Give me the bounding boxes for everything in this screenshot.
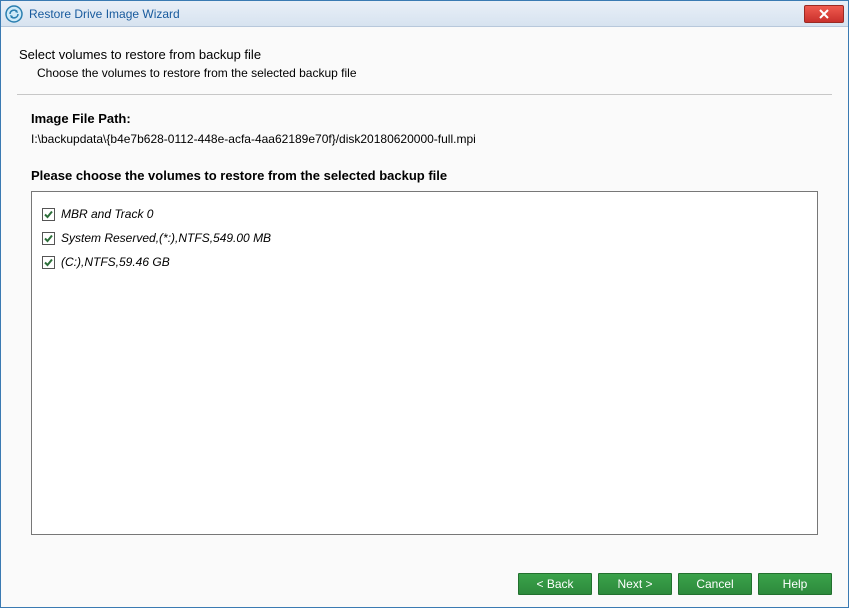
volume-label: MBR and Track 0 bbox=[61, 207, 153, 221]
page-subtitle: Choose the volumes to restore from the s… bbox=[37, 66, 832, 80]
cancel-button[interactable]: Cancel bbox=[678, 573, 752, 595]
volumes-prompt: Please choose the volumes to restore fro… bbox=[31, 168, 832, 183]
window-title: Restore Drive Image Wizard bbox=[29, 7, 804, 21]
volume-label: (C:),NTFS,59.46 GB bbox=[61, 255, 170, 269]
checkbox-icon[interactable] bbox=[42, 232, 55, 245]
page-title: Select volumes to restore from backup fi… bbox=[19, 47, 832, 62]
footer: < Back Next > Cancel Help bbox=[1, 561, 848, 607]
image-path-value: I:\backupdata\{b4e7b628-0112-448e-acfa-4… bbox=[31, 132, 832, 146]
volume-label: System Reserved,(*:),NTFS,549.00 MB bbox=[61, 231, 271, 245]
volume-item[interactable]: MBR and Track 0 bbox=[40, 202, 809, 226]
checkbox-icon[interactable] bbox=[42, 256, 55, 269]
volume-item[interactable]: System Reserved,(*:),NTFS,549.00 MB bbox=[40, 226, 809, 250]
close-icon bbox=[819, 9, 829, 19]
next-button[interactable]: Next > bbox=[598, 573, 672, 595]
help-button[interactable]: Help bbox=[758, 573, 832, 595]
titlebar: Restore Drive Image Wizard bbox=[1, 1, 848, 27]
volumes-list: MBR and Track 0 System Reserved,(*:),NTF… bbox=[31, 191, 818, 535]
app-icon bbox=[5, 5, 23, 23]
checkbox-icon[interactable] bbox=[42, 208, 55, 221]
close-button[interactable] bbox=[804, 5, 844, 23]
image-path-label: Image File Path: bbox=[31, 111, 832, 126]
divider bbox=[17, 94, 832, 95]
volume-item[interactable]: (C:),NTFS,59.46 GB bbox=[40, 250, 809, 274]
back-button[interactable]: < Back bbox=[518, 573, 592, 595]
content-area: Select volumes to restore from backup fi… bbox=[1, 27, 848, 561]
